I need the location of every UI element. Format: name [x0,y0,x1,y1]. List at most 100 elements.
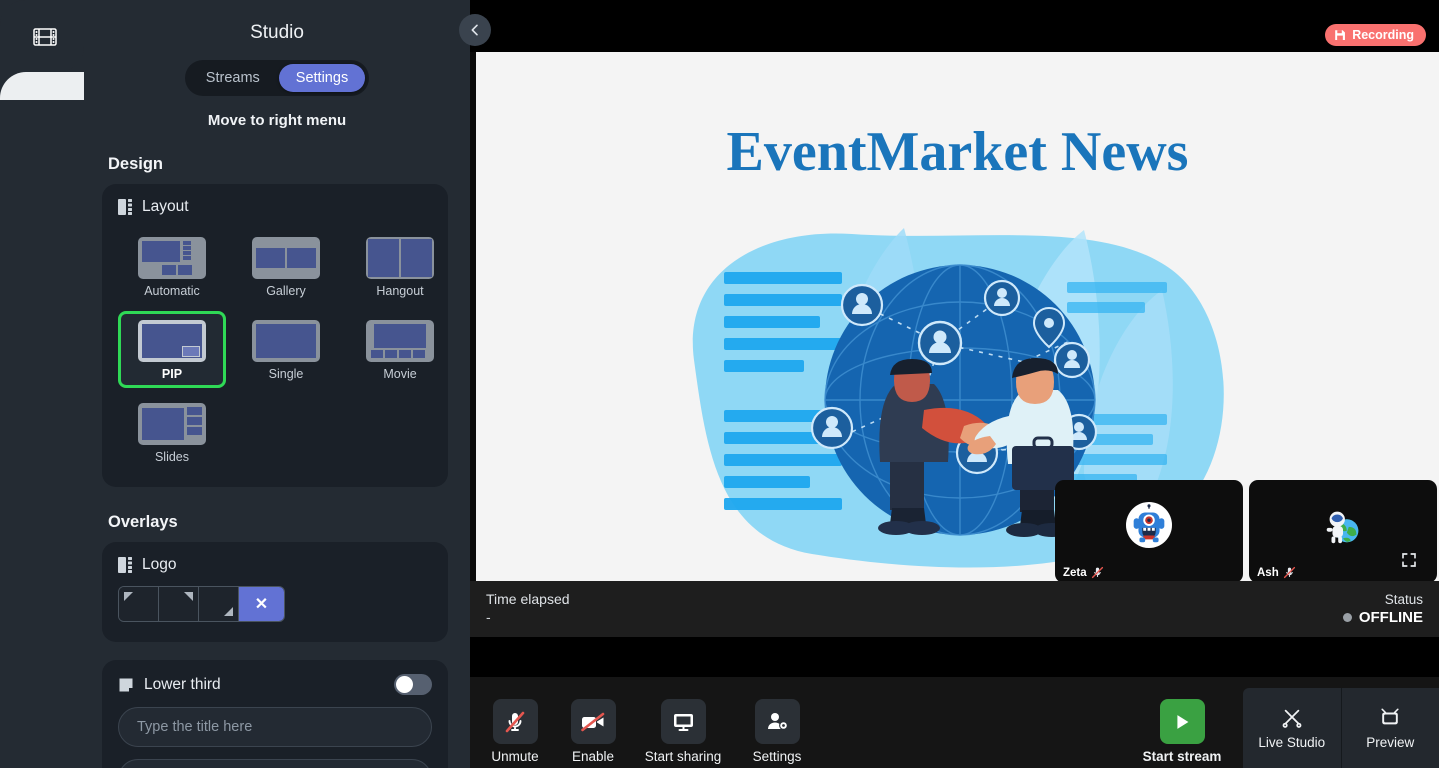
person-gear-icon [754,699,800,744]
layout-option-pip[interactable]: PIP [118,311,226,388]
layout-grid-glyph [118,557,132,573]
settings-button[interactable]: Settings [732,699,822,764]
stage-switch-group: Live Studio Preview [1243,688,1439,768]
mic-off-icon [1091,566,1103,579]
layout-options-grid: Automatic Gallery Hangout PIP Single Mov… [118,228,434,471]
corner-bottom-right-icon [224,607,233,616]
lower-third-message-input[interactable] [118,759,432,768]
live-studio-button[interactable]: Live Studio [1243,688,1341,768]
mic-off-icon [492,699,538,744]
tab-settings[interactable]: Settings [278,64,366,92]
collapse-panel-button[interactable] [459,14,491,46]
corner-top-right-icon [184,592,193,601]
logo-card-title: Logo [142,556,177,573]
layout-label: Hangout [376,284,424,298]
start-sharing-label: Start sharing [644,749,722,764]
mic-off-icon [1283,566,1295,579]
enable-camera-button[interactable]: Enable [548,699,638,764]
layout-option-hangout[interactable]: Hangout [346,228,454,305]
participant-name: Zeta [1063,566,1087,579]
layout-label: Slides [154,450,190,464]
start-stream-button[interactable]: Start stream [1137,699,1227,764]
corner-top-left-icon [124,592,133,601]
logo-position-bottom-right[interactable] [199,587,239,621]
status-badge-recording[interactable]: Recording [1325,24,1426,46]
layout-label: Single [268,367,304,381]
lower-third-card: Lower third [102,660,448,768]
preview-button[interactable]: Preview [1340,688,1439,768]
studio-settings-panel: Studio Streams Settings Move to right me… [0,0,470,768]
video-headline: EventMarket News [726,121,1189,183]
panel-corner-mask [0,72,84,100]
unmute-button[interactable]: Unmute [470,699,560,764]
lower-third-toggle[interactable] [394,674,432,695]
layout-option-movie[interactable]: Movie [346,311,454,388]
layout-grid-icon [118,199,132,215]
logo-card: Logo ✕ [102,542,448,642]
stage-topbar [470,0,1439,52]
lower-third-card-header: Lower third [118,674,432,695]
camera-off-icon [570,699,616,744]
layout-option-single[interactable]: Single [232,311,340,388]
lower-third-title: Lower third [144,675,221,693]
layout-grid-glyph [118,199,132,215]
logo-position-picker: ✕ [118,586,285,622]
recording-label: Recording [1352,28,1414,42]
save-glyph [1335,30,1346,40]
stream-info-strip: Time elapsed - Status OFFLINE [470,581,1439,637]
logo-card-header: Logo [118,556,432,574]
tab-streams[interactable]: Streams [189,64,277,92]
fullscreen-button[interactable] [1393,546,1425,574]
camera-off-glyph [581,712,605,731]
page-title: Studio [250,22,304,43]
film-strip-icon[interactable] [28,22,62,52]
preview-label: Preview [1366,734,1415,750]
logo-clear-button[interactable]: ✕ [239,587,284,621]
participant-name-row: Zeta [1063,566,1104,579]
toggle-knob [396,676,413,693]
thumb-movie [366,320,434,362]
monitor-icon [660,699,706,744]
studio-app: Studio Streams Settings Move to right me… [0,0,1439,768]
logo-position-top-right[interactable] [159,587,199,621]
astronaut-earth-avatar [1326,511,1359,544]
blue-monster-avatar [1126,502,1172,549]
monitor-glyph [673,713,693,731]
lower-third-title-input[interactable] [118,707,432,747]
status-value: OFFLINE [1358,609,1423,626]
panel-content: Studio Streams Settings Move to right me… [84,0,470,768]
participant-name-row: Ash [1257,566,1296,579]
layout-label: Automatic [144,284,200,298]
thumb-hangout [366,237,434,279]
start-sharing-button[interactable]: Start sharing [638,699,728,764]
save-icon [1334,29,1346,41]
chevron-left-icon [471,24,478,36]
enable-label: Enable [571,749,615,764]
participant-name: Ash [1257,566,1279,579]
start-stream-label: Start stream [1142,749,1222,764]
layout-label: Gallery [266,284,306,298]
note-glyph [119,678,133,692]
live-studio-label: Live Studio [1258,734,1326,750]
layout-card-header: Layout [118,198,432,216]
logo-position-top-left[interactable] [119,587,159,621]
layout-option-slides[interactable]: Slides [118,394,226,471]
participant-tile[interactable]: Zeta [1055,480,1243,583]
layout-option-gallery[interactable]: Gallery [232,228,340,305]
mic-off-glyph [505,711,525,732]
play-icon [1159,699,1205,744]
unmute-label: Unmute [491,749,539,764]
note-icon [118,677,134,693]
scissors-icon [1282,709,1302,728]
time-elapsed-value: - [486,609,491,625]
move-to-right-menu-link[interactable]: Move to right menu [84,112,470,129]
thumb-gallery [252,237,320,279]
bottom-toolbar: Unmute Enable Start sharing Settings Sta… [470,677,1439,768]
layout-option-automatic[interactable]: Automatic [118,228,226,305]
film-strip-glyph [33,28,57,46]
stage-filler-band [470,637,1439,677]
thumb-single [252,320,320,362]
thumb-slides [138,403,206,445]
fullscreen-icon [1402,553,1416,567]
layout-card-title: Layout [142,198,189,215]
